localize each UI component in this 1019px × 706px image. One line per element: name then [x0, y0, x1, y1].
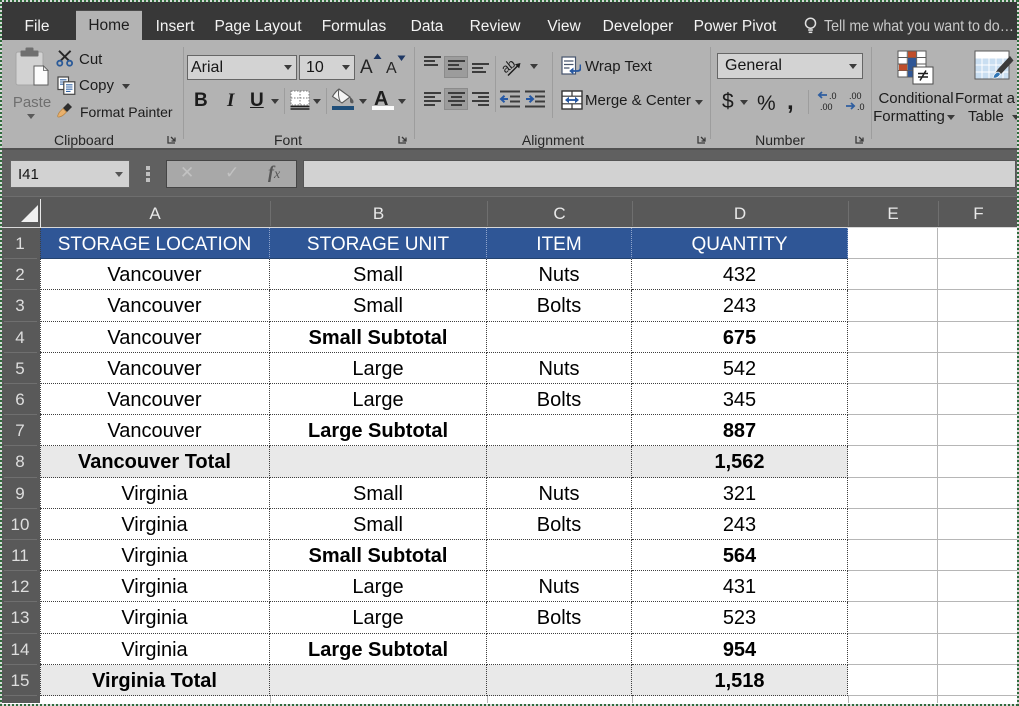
- svg-text:.00: .00: [849, 91, 862, 101]
- svg-text:.00: .00: [820, 102, 833, 112]
- svg-text:.0: .0: [857, 102, 865, 112]
- svg-text:.0: .0: [829, 91, 837, 101]
